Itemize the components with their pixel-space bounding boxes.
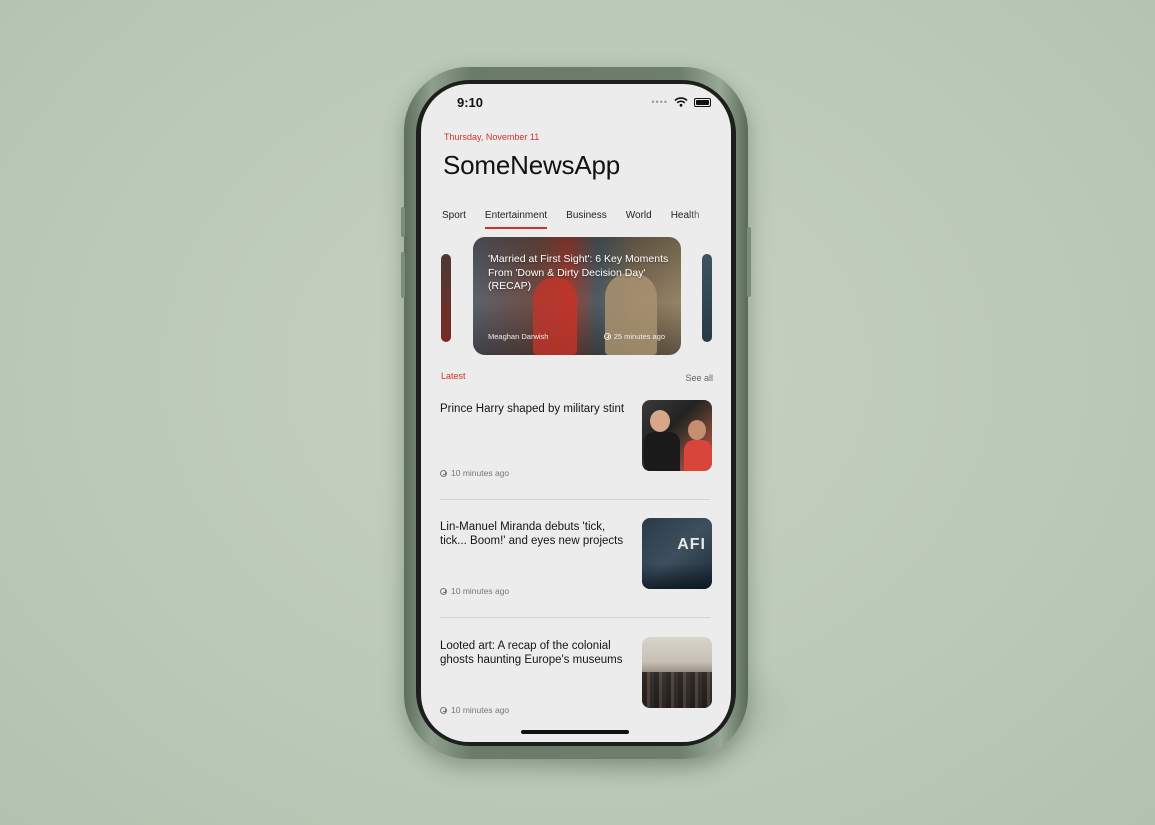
featured-author: Meaghan Darwish [488,332,549,341]
tab-world[interactable]: World [626,210,652,229]
home-indicator[interactable] [521,730,629,734]
clock-icon [440,469,447,477]
signal-icon: •••• [651,97,668,107]
latest-label: Latest [441,371,466,381]
carousel-next-card[interactable] [702,254,712,342]
article-time: 10 minutes ago [440,468,509,478]
category-tabs: Sport Entertainment Business World Healt… [442,210,700,229]
tab-entertainment[interactable]: Entertainment [484,210,548,229]
afi-logo-text: AFI [677,536,706,553]
power-button [747,227,751,297]
tabs-fade [687,204,731,228]
article-thumbnail [642,400,712,471]
article-thumbnail: AFI [642,518,712,589]
article-time: 10 minutes ago [440,705,509,715]
see-all-link[interactable]: See all [685,373,713,383]
featured-time-text: 25 minutes ago [613,332,665,341]
article-item[interactable]: Lin-Manuel Miranda debuts 'tick, tick...… [440,518,712,620]
app-screen: 9:10 •••• Thursday, November 11 SomeNews… [421,84,731,742]
tab-business[interactable]: Business [566,210,607,229]
tab-sport[interactable]: Sport [442,210,466,229]
app-title: SomeNewsApp [443,150,620,180]
featured-title: 'Married at First Sight': 6 Key Moments … [488,253,669,292]
volume-down-button [401,252,405,298]
article-title: Prince Harry shaped by military stint [440,403,625,415]
clock-icon [603,333,611,340]
article-item[interactable]: Looted art: A recap of the colonial ghos… [440,637,712,739]
divider [440,617,710,618]
article-item[interactable]: Prince Harry shaped by military stint 10… [440,400,712,502]
clock-icon [440,587,447,595]
article-time-text: 10 minutes ago [451,705,510,715]
divider [440,499,710,500]
article-time-text: 10 minutes ago [451,468,510,478]
status-icons: •••• [651,97,711,107]
article-title: Lin-Manuel Miranda debuts 'tick, tick...… [440,521,624,547]
volume-up-button [401,207,405,237]
article-title: Looted art: A recap of the colonial ghos… [440,640,623,666]
article-thumbnail [642,637,712,708]
article-time: 10 minutes ago [440,586,509,596]
battery-icon [694,97,711,107]
featured-card[interactable]: 'Married at First Sight': 6 Key Moments … [473,237,681,355]
carousel-prev-card[interactable] [441,254,451,342]
clock-icon [440,706,447,714]
header-date: Thursday, November 11 [444,132,540,142]
phone-device: 9:10 •••• Thursday, November 11 SomeNews… [401,67,751,759]
featured-time: 25 minutes ago [603,332,665,341]
article-time-text: 10 minutes ago [451,586,510,596]
status-time: 9:10 [457,95,484,110]
wifi-icon [674,97,688,107]
